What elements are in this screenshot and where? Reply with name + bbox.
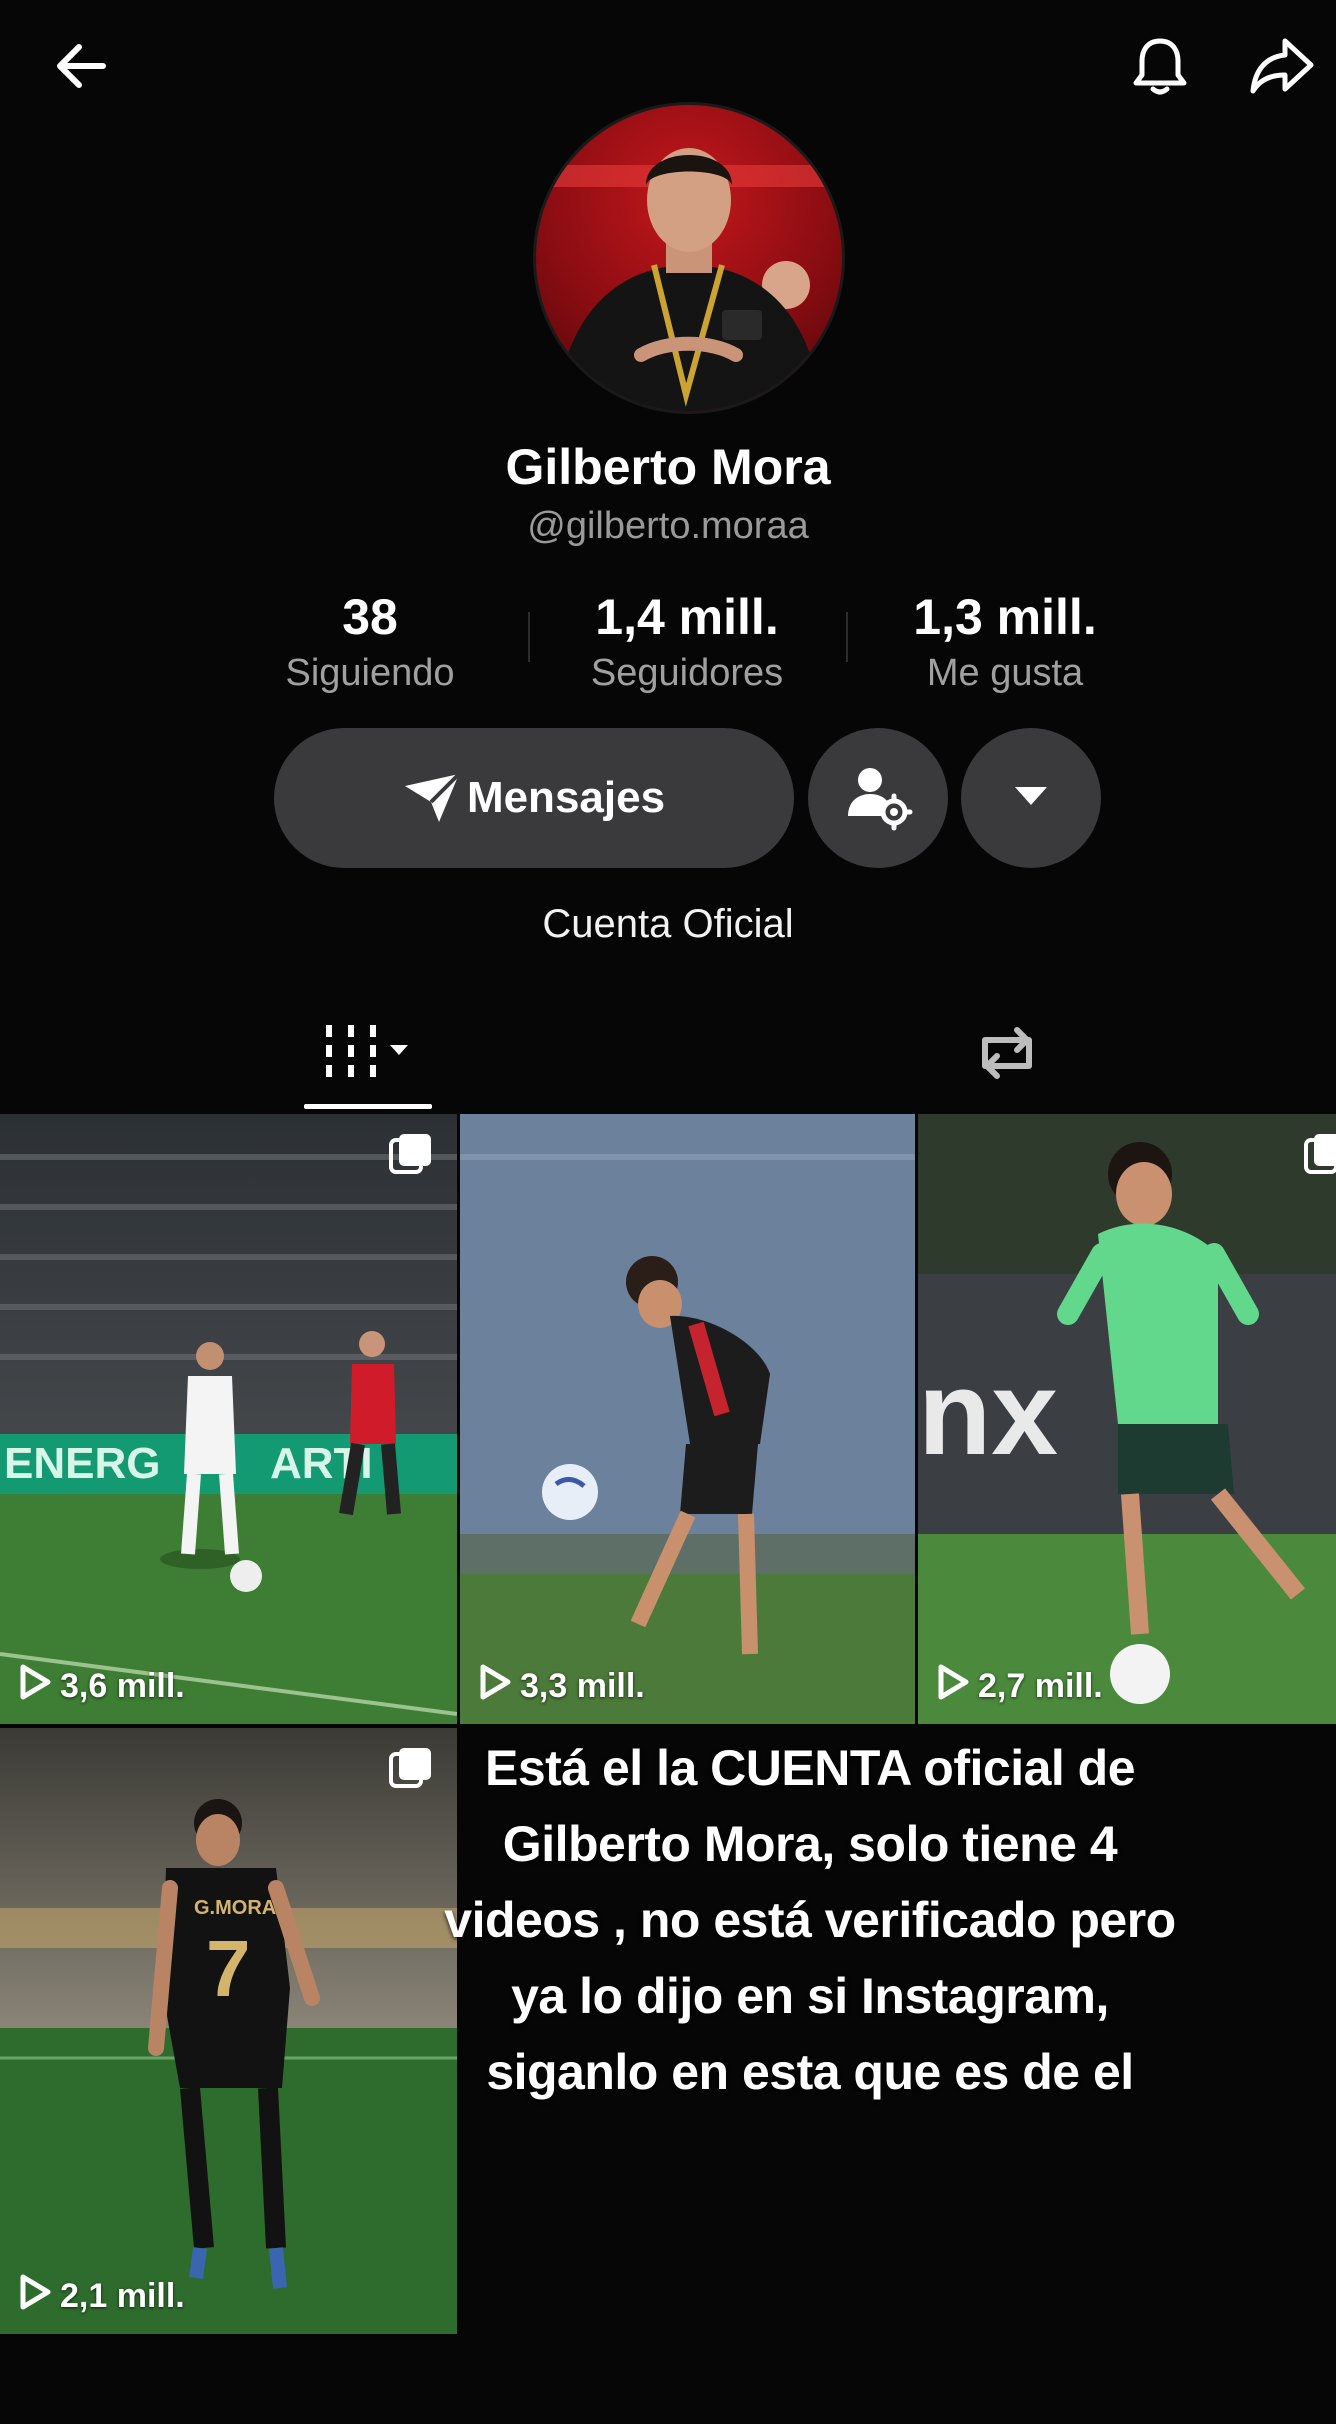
svg-text:G.MORA: G.MORA xyxy=(194,1897,276,1919)
bell-icon[interactable] xyxy=(1120,26,1200,106)
play-icon xyxy=(18,1663,52,1710)
profile-bio: Cuenta Oficial xyxy=(542,902,794,946)
profile-handle: @gilberto.moraa xyxy=(527,505,809,547)
caption-line: Está el la CUENTA oficial de xyxy=(484,1740,1136,1796)
stat-likes[interactable]: 1,3 mill. Me gusta xyxy=(855,588,1155,695)
svg-text:7: 7 xyxy=(206,1924,251,2013)
stat-likes-label: Me gusta xyxy=(926,652,1084,694)
manage-account-button[interactable] xyxy=(808,728,948,868)
multi-video-icon xyxy=(1302,1130,1336,1183)
stat-followers[interactable]: 1,4 mill. Seguidores xyxy=(537,588,837,695)
send-icon xyxy=(403,772,461,824)
svg-text:nx: nx xyxy=(918,1346,1058,1480)
message-button[interactable]: Mensajes xyxy=(274,728,794,868)
repost-icon xyxy=(971,1020,1043,1091)
play-icon xyxy=(478,1663,512,1710)
avatar[interactable] xyxy=(533,102,845,414)
view-count-text: 3,6 mill. xyxy=(60,1667,185,1705)
profile-name: Gilberto Mora xyxy=(505,439,831,495)
view-count: 3,3 mill. xyxy=(478,1663,645,1710)
more-options-button[interactable] xyxy=(961,728,1101,868)
caret-down-icon xyxy=(1011,781,1051,816)
play-icon xyxy=(18,2273,52,2320)
stat-divider xyxy=(528,612,530,662)
caption-overlay: Está el la CUENTA oficial de Gilberto Mo… xyxy=(420,1730,1200,2110)
caption-line: ya lo dijo en si Instagram, xyxy=(511,1968,1109,2024)
caption-line: videos , no está verificado pero xyxy=(444,1892,1176,1948)
stat-divider xyxy=(846,612,848,662)
tab-reposts[interactable] xyxy=(952,1000,1062,1110)
play-icon xyxy=(936,1663,970,1710)
stat-followers-label: Seguidores xyxy=(590,652,784,694)
view-count-text: 3,3 mill. xyxy=(520,1667,645,1705)
active-tab-indicator xyxy=(304,1104,432,1109)
video-thumbnail[interactable]: nx 2,7 mill. xyxy=(918,1114,1336,1724)
view-count-text: 2,7 mill. xyxy=(978,1667,1103,1705)
stat-following[interactable]: 38 Siguiendo xyxy=(220,588,520,695)
view-count-text: 2,1 mill. xyxy=(60,2277,185,2315)
grid-bars-icon xyxy=(322,1023,414,1088)
video-thumbnail[interactable]: ENERG ARTI 3,6 mill. xyxy=(0,1114,457,1724)
back-arrow-icon[interactable] xyxy=(42,26,122,106)
message-button-label: Mensajes xyxy=(466,773,666,822)
caption-line: Gilberto Mora, solo tiene 4 xyxy=(502,1816,1118,1872)
stat-followers-value: 1,4 mill. xyxy=(595,589,779,645)
video-thumbnail[interactable]: 3,3 mill. xyxy=(460,1114,915,1724)
video-thumbnail[interactable]: G.MORA 7 2,1 mill. xyxy=(0,1728,457,2334)
user-settings-icon xyxy=(838,756,918,841)
view-count: 3,6 mill. xyxy=(18,1663,185,1710)
svg-text:ENERG: ENERG xyxy=(4,1439,160,1488)
tab-videos[interactable] xyxy=(300,1000,436,1110)
stat-likes-value: 1,3 mill. xyxy=(913,589,1097,645)
share-arrow-icon[interactable] xyxy=(1242,26,1322,106)
stat-following-label: Siguiendo xyxy=(285,652,455,694)
view-count: 2,1 mill. xyxy=(18,2273,185,2320)
view-count: 2,7 mill. xyxy=(936,1663,1103,1710)
multi-video-icon xyxy=(387,1130,435,1183)
caption-line: siganlo en esta que es de el xyxy=(486,2044,1134,2100)
stat-following-value: 38 xyxy=(342,589,398,645)
